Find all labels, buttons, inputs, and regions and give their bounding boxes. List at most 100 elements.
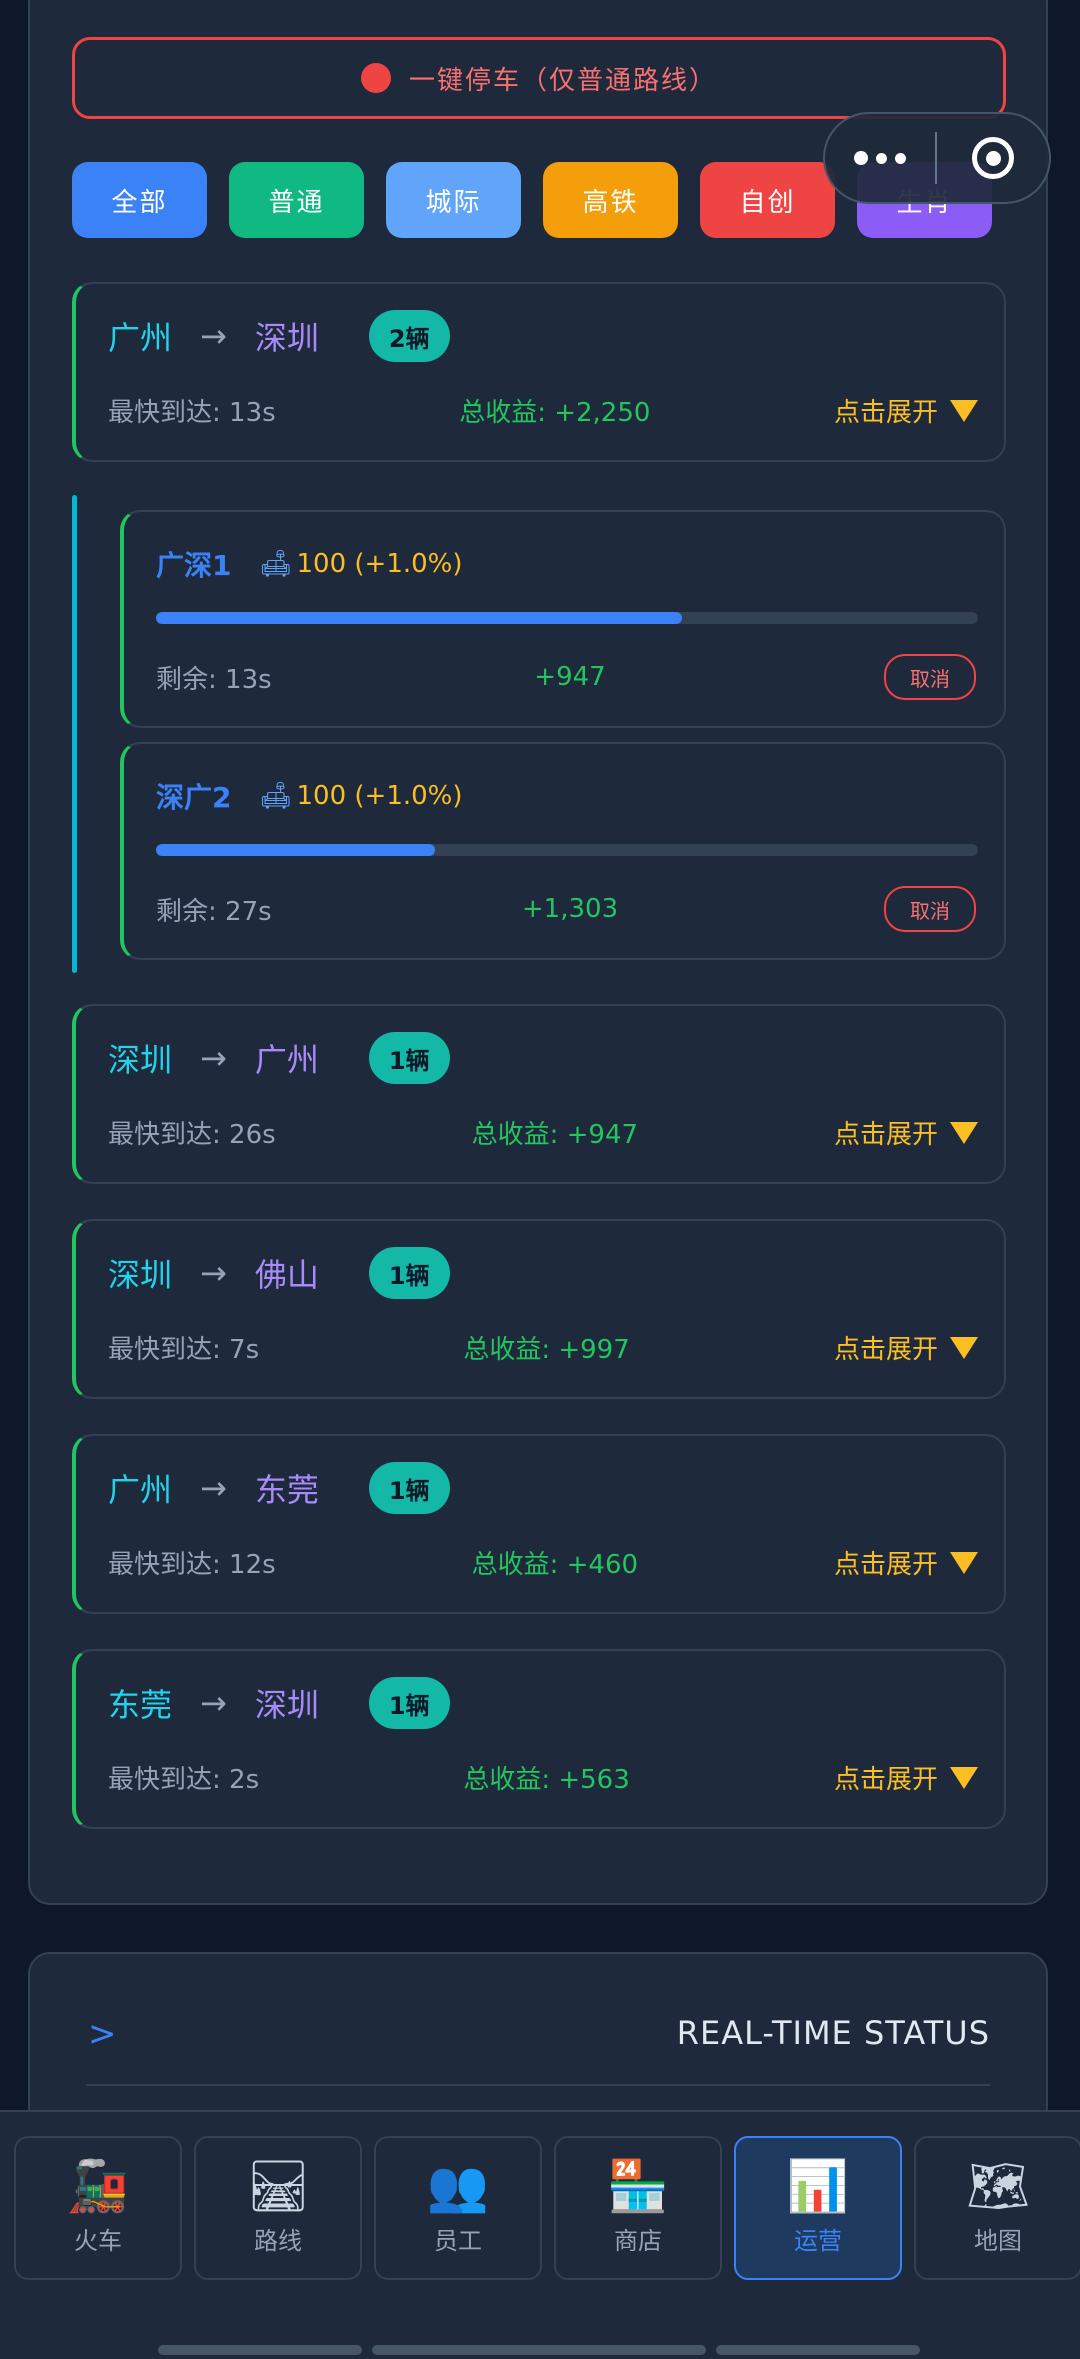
nav-item-trains[interactable]: 🚂 火车 bbox=[14, 2136, 182, 2280]
train-card: 广深1 🛋 100 (+1.0%) 剩余: 13s +947 取消 bbox=[120, 510, 1006, 728]
scrollbar-segment[interactable] bbox=[716, 2345, 920, 2355]
nav-item-routes[interactable]: 🛤 路线 bbox=[194, 2136, 362, 2280]
route-from: 深圳 bbox=[108, 1041, 173, 1079]
nav-label: 火车 bbox=[74, 2226, 122, 2255]
route-arrow: → bbox=[200, 1039, 227, 1077]
nav-label: 商店 bbox=[614, 2226, 662, 2255]
train-count-badge: 1辆 bbox=[368, 1677, 450, 1729]
seat-count: 100 (+1.0%) bbox=[296, 781, 463, 811]
close-miniprogram-button[interactable] bbox=[937, 137, 1049, 179]
expand-toggle[interactable]: 点击展开 bbox=[834, 392, 978, 429]
total-income: 总收益: +2,250 bbox=[459, 398, 651, 428]
fastest-arrival: 最快到达: 26s bbox=[108, 1120, 276, 1150]
train-count-badge: 1辆 bbox=[368, 1032, 450, 1084]
scrollbar-segment[interactable] bbox=[158, 2345, 362, 2355]
fastest-arrival: 最快到达: 2s bbox=[108, 1765, 260, 1795]
expand-label: 点击展开 bbox=[833, 1550, 938, 1580]
total-income: 总收益: +563 bbox=[463, 1765, 630, 1795]
map-icon: 🗺 bbox=[966, 2156, 1030, 2215]
total-income: 总收益: +947 bbox=[471, 1120, 639, 1150]
cancel-button[interactable]: 取消 bbox=[883, 654, 976, 700]
seat-info: 🛋 100 (+1.0%) bbox=[259, 781, 462, 811]
route-from: 深圳 bbox=[108, 1256, 173, 1294]
route-from: 广州 bbox=[108, 319, 173, 357]
fastest-arrival: 最快到达: 12s bbox=[108, 1550, 276, 1580]
expanded-indicator bbox=[72, 495, 77, 973]
expand-toggle[interactable]: 点击展开 bbox=[834, 1544, 978, 1581]
route-arrow: → bbox=[200, 1254, 227, 1292]
train-name: 广深1 bbox=[156, 549, 232, 582]
stop-all-label: 一键停车（仅普通路线） bbox=[408, 65, 717, 96]
train-icon: 🚂 bbox=[66, 2156, 130, 2215]
nav-item-staff[interactable]: 👥 员工 bbox=[374, 2136, 542, 2280]
train-count-badge: 1辆 bbox=[368, 1247, 450, 1299]
nav-label: 路线 bbox=[254, 2226, 302, 2255]
chevron-right-icon[interactable]: > bbox=[88, 2014, 117, 2054]
filter-normal[interactable]: 普通 bbox=[229, 162, 364, 238]
route-arrow: → bbox=[200, 1469, 227, 1507]
filter-custom[interactable]: 自创 bbox=[700, 162, 835, 238]
route-card[interactable]: 广州 → 深圳 2辆 最快到达: 13s 总收益: +2,250 点击展开 bbox=[72, 282, 1006, 462]
stop-all-button[interactable]: 一键停车（仅普通路线） bbox=[72, 37, 1006, 119]
cancel-button[interactable]: 取消 bbox=[884, 886, 976, 932]
fastest-arrival: 最快到达: 7s bbox=[108, 1335, 260, 1365]
nav-item-operations[interactable]: 📊 运营 bbox=[734, 2136, 902, 2280]
total-income: 总收益: +997 bbox=[463, 1335, 630, 1365]
progress-fill bbox=[156, 844, 436, 856]
trip-earning: +1,303 bbox=[521, 894, 619, 924]
triangle-down-icon bbox=[949, 399, 978, 422]
nav-item-map[interactable]: 🗺 地图 bbox=[914, 2136, 1080, 2280]
miniprogram-capsule bbox=[823, 112, 1051, 204]
people-icon: 👥 bbox=[426, 2156, 490, 2215]
railway-track-icon: 🛤 bbox=[246, 2156, 310, 2215]
route-from: 东莞 bbox=[108, 1686, 173, 1724]
expand-toggle[interactable]: 点击展开 bbox=[834, 1759, 978, 1796]
route-card[interactable]: 广州 → 东莞 1辆 最快到达: 12s 总收益: +460 点击展开 bbox=[72, 1434, 1006, 1614]
train-count-badge: 2辆 bbox=[368, 310, 450, 362]
seat-icon: 🛋 bbox=[259, 549, 293, 579]
route-card[interactable]: 东莞 → 深圳 1辆 最快到达: 2s 总收益: +563 点击展开 bbox=[72, 1649, 1006, 1829]
divider bbox=[86, 2084, 990, 2086]
trip-progress-bar bbox=[156, 844, 978, 856]
seat-count: 100 (+1.0%) bbox=[296, 549, 463, 579]
stop-icon bbox=[360, 63, 391, 93]
progress-fill bbox=[156, 612, 683, 624]
status-title: REAL-TIME STATUS bbox=[676, 2014, 990, 2052]
expand-label: 点击展开 bbox=[833, 398, 938, 428]
triangle-down-icon bbox=[949, 1766, 978, 1789]
triangle-down-icon bbox=[949, 1121, 978, 1144]
nav-label: 员工 bbox=[434, 2226, 482, 2255]
route-card[interactable]: 深圳 → 广州 1辆 最快到达: 26s 总收益: +947 点击展开 bbox=[72, 1004, 1006, 1184]
scrollbar-segment[interactable] bbox=[372, 2345, 706, 2355]
fastest-arrival: 最快到达: 13s bbox=[108, 398, 276, 428]
nav-label: 运营 bbox=[794, 2226, 842, 2255]
filter-highspeed[interactable]: 高铁 bbox=[543, 162, 678, 238]
route-to: 广州 bbox=[254, 1041, 319, 1079]
remaining-time: 剩余: 27s bbox=[156, 896, 272, 927]
filter-intercity[interactable]: 城际 bbox=[386, 162, 521, 238]
expand-label: 点击展开 bbox=[833, 1765, 938, 1795]
route-to: 东莞 bbox=[254, 1471, 319, 1509]
expand-label: 点击展开 bbox=[833, 1120, 938, 1150]
route-to: 深圳 bbox=[254, 319, 319, 357]
nav-label: 地图 bbox=[974, 2226, 1022, 2255]
more-menu-icon[interactable] bbox=[825, 151, 935, 165]
bottom-nav: 🚂 火车 🛤 路线 👥 员工 🏪 商店 📊 运营 🗺 地图 bbox=[0, 2110, 1080, 2359]
train-name: 深广2 bbox=[156, 781, 232, 814]
seat-icon: 🛋 bbox=[259, 781, 293, 811]
nav-item-shop[interactable]: 🏪 商店 bbox=[554, 2136, 722, 2280]
route-arrow: → bbox=[200, 1684, 227, 1722]
train-card: 深广2 🛋 100 (+1.0%) 剩余: 27s +1,303 取消 bbox=[120, 742, 1006, 960]
store-icon: 🏪 bbox=[606, 2156, 670, 2215]
route-arrow: → bbox=[200, 317, 227, 355]
route-from: 广州 bbox=[108, 1471, 173, 1509]
total-income: 总收益: +460 bbox=[471, 1550, 639, 1580]
bar-chart-icon: 📊 bbox=[786, 2156, 850, 2215]
route-card[interactable]: 深圳 → 佛山 1辆 最快到达: 7s 总收益: +997 点击展开 bbox=[72, 1219, 1006, 1399]
seat-info: 🛋 100 (+1.0%) bbox=[259, 549, 462, 579]
expand-toggle[interactable]: 点击展开 bbox=[834, 1114, 978, 1151]
expand-toggle[interactable]: 点击展开 bbox=[834, 1329, 978, 1366]
route-to: 深圳 bbox=[254, 1686, 319, 1724]
target-icon bbox=[972, 137, 1014, 179]
filter-all[interactable]: 全部 bbox=[72, 162, 207, 238]
